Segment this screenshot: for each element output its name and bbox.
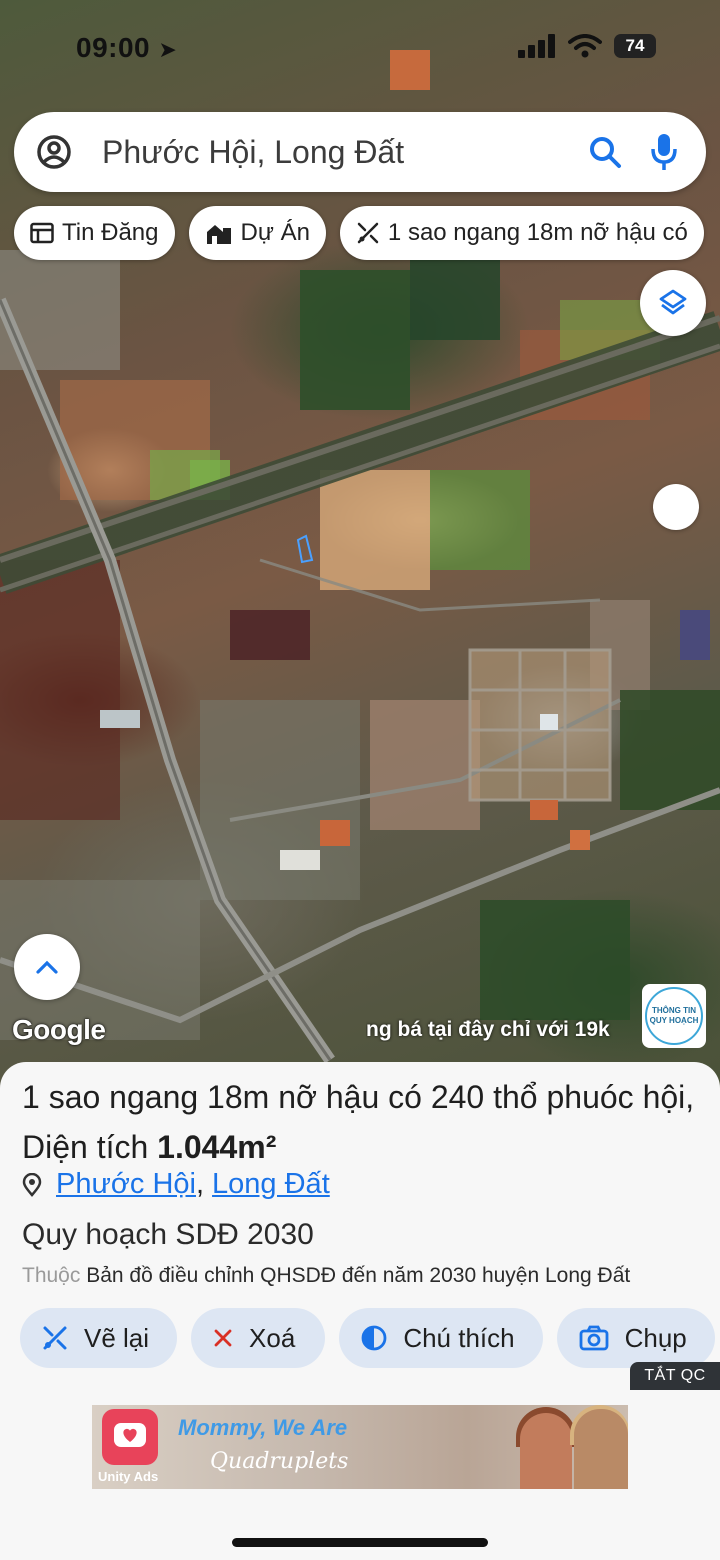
ad-person-right [574, 1409, 628, 1489]
location-link-district[interactable]: Long Đất [212, 1168, 330, 1201]
ad-ticker-text: ng bá tại đây chỉ với 19k [366, 1018, 610, 1041]
layers-button[interactable] [640, 270, 706, 336]
planning-prefix: Thuộc [22, 1264, 87, 1287]
planning-desc-text: Bản đồ điều chỉnh QHSDĐ đến năm 2030 huy… [86, 1264, 631, 1287]
action-buttons: Vẽ lại Xoá Chú thích Chụp [20, 1308, 715, 1368]
planning-info-logo: THÔNG TIN QUY HOẠCH [645, 987, 703, 1045]
capture-label: Chụp [624, 1322, 687, 1353]
search-icon[interactable] [588, 135, 622, 169]
location-link-ward[interactable]: Phước Hội [56, 1168, 196, 1201]
listing-icon [30, 222, 54, 244]
delete-button[interactable]: Xoá [191, 1308, 326, 1368]
chip-label: 1 sao ngang 18m nỡ hậu có [387, 219, 688, 246]
camera-icon [579, 1325, 609, 1351]
google-watermark: Google [12, 1014, 106, 1045]
redraw-label: Vẽ lại [84, 1322, 150, 1353]
layers-icon [659, 289, 687, 315]
chip-tin-dang[interactable]: Tin Đăng [14, 206, 175, 260]
search-bar[interactable]: Phước Hội, Long Đất [14, 112, 706, 192]
status-time: 09:00 ➤ [76, 32, 177, 64]
draw-icon [357, 222, 379, 244]
account-icon[interactable] [36, 134, 72, 170]
wifi-icon [568, 34, 602, 58]
home-indicator[interactable] [232, 1538, 488, 1547]
status-time-text: 09:00 [76, 32, 151, 63]
location-separator: , [195, 1168, 205, 1200]
filter-chips: Tin Đăng Dự Án 1 sao ngang 18m nỡ hậu có [14, 206, 704, 260]
redraw-icon [43, 1326, 67, 1350]
badge-line2: QUY HOẠCH [649, 1016, 699, 1025]
close-icon [214, 1329, 232, 1347]
planning-description: Thuộc Bản đồ điều chỉnh QHSDĐ đến năm 20… [22, 1264, 630, 1288]
ad-network-label: Unity Ads [98, 1469, 159, 1484]
planning-title: Quy hoạch SDĐ 2030 [22, 1218, 314, 1251]
location-pin-icon [22, 1172, 42, 1197]
chip-label: Dự Án [240, 219, 310, 246]
badge-line1: THÔNG TIN [652, 1006, 696, 1015]
status-icons: 74 [518, 34, 656, 58]
location-line: Phước Hội , Long Đất [22, 1168, 330, 1201]
chip-du-an[interactable]: Dự Án [188, 206, 326, 260]
contrast-icon [361, 1325, 387, 1351]
location-arrow-icon: ➤ [158, 37, 178, 62]
chip-label: Tin Đăng [62, 219, 159, 246]
battery-indicator: 74 [614, 34, 656, 58]
capture-button[interactable]: Chụp [556, 1308, 715, 1368]
ad-app-icon [102, 1409, 158, 1465]
redraw-button[interactable]: Vẽ lại [20, 1308, 178, 1368]
legend-button[interactable]: Chú thích [339, 1308, 543, 1368]
ad-person-left [520, 1413, 572, 1489]
microphone-icon[interactable] [650, 133, 678, 171]
ad-subtitle: Quadruplets [210, 1449, 349, 1474]
building-icon [206, 225, 231, 244]
ad-banner[interactable]: Mommy, We Are Quadruplets Unity Ads [92, 1405, 628, 1489]
legend-label: Chú thích [403, 1322, 515, 1353]
title-area-value: 1.044m² [157, 1129, 277, 1165]
title-text: 1 sao ngang 18m nỡ hậu có 240 thổ phuóc … [22, 1079, 686, 1115]
search-query[interactable]: Phước Hội, Long Đất [102, 134, 588, 171]
ad-title: Mommy, We Are [178, 1415, 348, 1440]
chevron-up-icon [36, 960, 58, 974]
heart-chat-icon [114, 1423, 146, 1447]
cellular-signal-icon [518, 34, 555, 58]
close-ads-button[interactable]: TẮT QC [630, 1362, 720, 1390]
chip-current-draw[interactable]: 1 sao ngang 18m nỡ hậu có [339, 206, 704, 260]
expand-up-button[interactable] [14, 934, 80, 1000]
compass-dot-button[interactable] [653, 484, 699, 530]
planning-info-badge[interactable]: THÔNG TIN QUY HOẠCH [642, 984, 706, 1048]
listing-title: 1 sao ngang 18m nỡ hậu có 240 thổ phuóc … [22, 1072, 702, 1172]
delete-label: Xoá [249, 1322, 296, 1353]
